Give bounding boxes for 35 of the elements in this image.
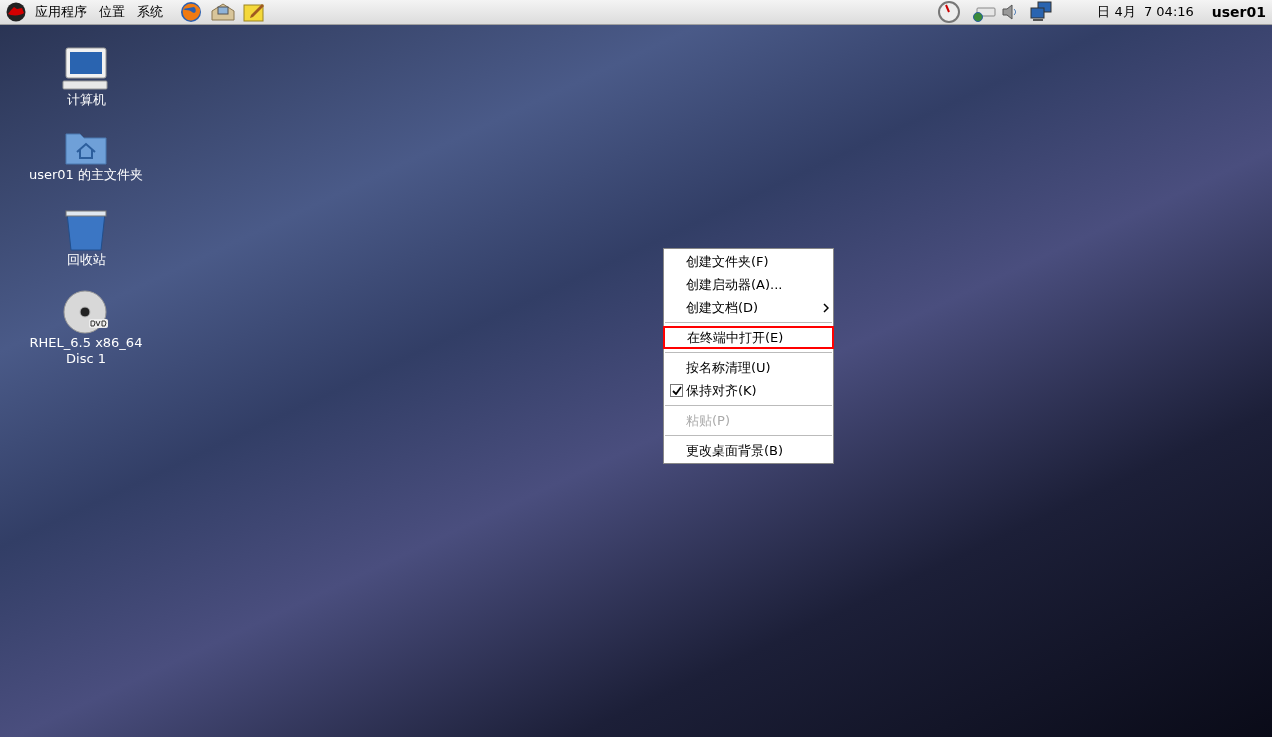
- menu-item-label: 在终端中打开(E): [687, 328, 784, 347]
- panel-menu[interactable]: 系统: [132, 2, 168, 22]
- checkmark-icon: [672, 386, 682, 395]
- menu-item[interactable]: 按名称清理(U): [664, 356, 833, 379]
- dvd-disc-icon: [63, 290, 109, 334]
- firefox-icon[interactable]: [180, 1, 202, 23]
- menu-item-label: 按名称清理(U): [686, 358, 771, 377]
- menu-item[interactable]: 创建文件夹(F): [664, 250, 833, 273]
- desktop-icon-label[interactable]: 计算机: [66, 92, 106, 108]
- menu-item-label: 创建启动器(A)...: [686, 275, 783, 294]
- gauge-icon[interactable]: [938, 1, 961, 23]
- envelope-image-icon[interactable]: [211, 2, 235, 22]
- menu-item-label: 创建文档(D): [686, 298, 759, 317]
- notepad-pencil-icon[interactable]: [243, 2, 265, 22]
- chevron-right-icon: [823, 302, 829, 313]
- desktop-icon-label[interactable]: user01 的主文件夹: [29, 167, 143, 183]
- desktop-icon-label[interactable]: RHEL_6.5 x86_64 Disc 1: [29, 335, 143, 367]
- menu-item[interactable]: 保持对齐(K): [664, 379, 833, 402]
- menu-item[interactable]: 在终端中打开(E): [663, 326, 834, 349]
- desktop-icon-label[interactable]: 回收站: [66, 252, 106, 268]
- network-computers-icon[interactable]: [1029, 1, 1054, 23]
- menu-item-label: 粘贴(P): [686, 411, 730, 430]
- computer-icon: [62, 47, 110, 91]
- user-name[interactable]: user01: [1211, 1, 1266, 23]
- menu-item[interactable]: 创建文档(D): [664, 296, 833, 319]
- panel-menu[interactable]: 应用程序: [30, 2, 92, 22]
- hat-logo-icon[interactable]: [4, 2, 28, 22]
- menu-item-label: 保持对齐(K): [686, 381, 757, 400]
- menu-item[interactable]: 更改桌面背景(B): [664, 439, 833, 462]
- menu-item-label: 更改桌面背景(B): [686, 441, 784, 460]
- menu-item[interactable]: 创建启动器(A)...: [664, 273, 833, 296]
- clock-text[interactable]: 日 4月 7 04:16: [1097, 2, 1194, 22]
- panel-menu[interactable]: 位置: [94, 2, 130, 22]
- menu-item-label: 创建文件夹(F): [686, 252, 769, 271]
- trash-icon: [64, 209, 108, 251]
